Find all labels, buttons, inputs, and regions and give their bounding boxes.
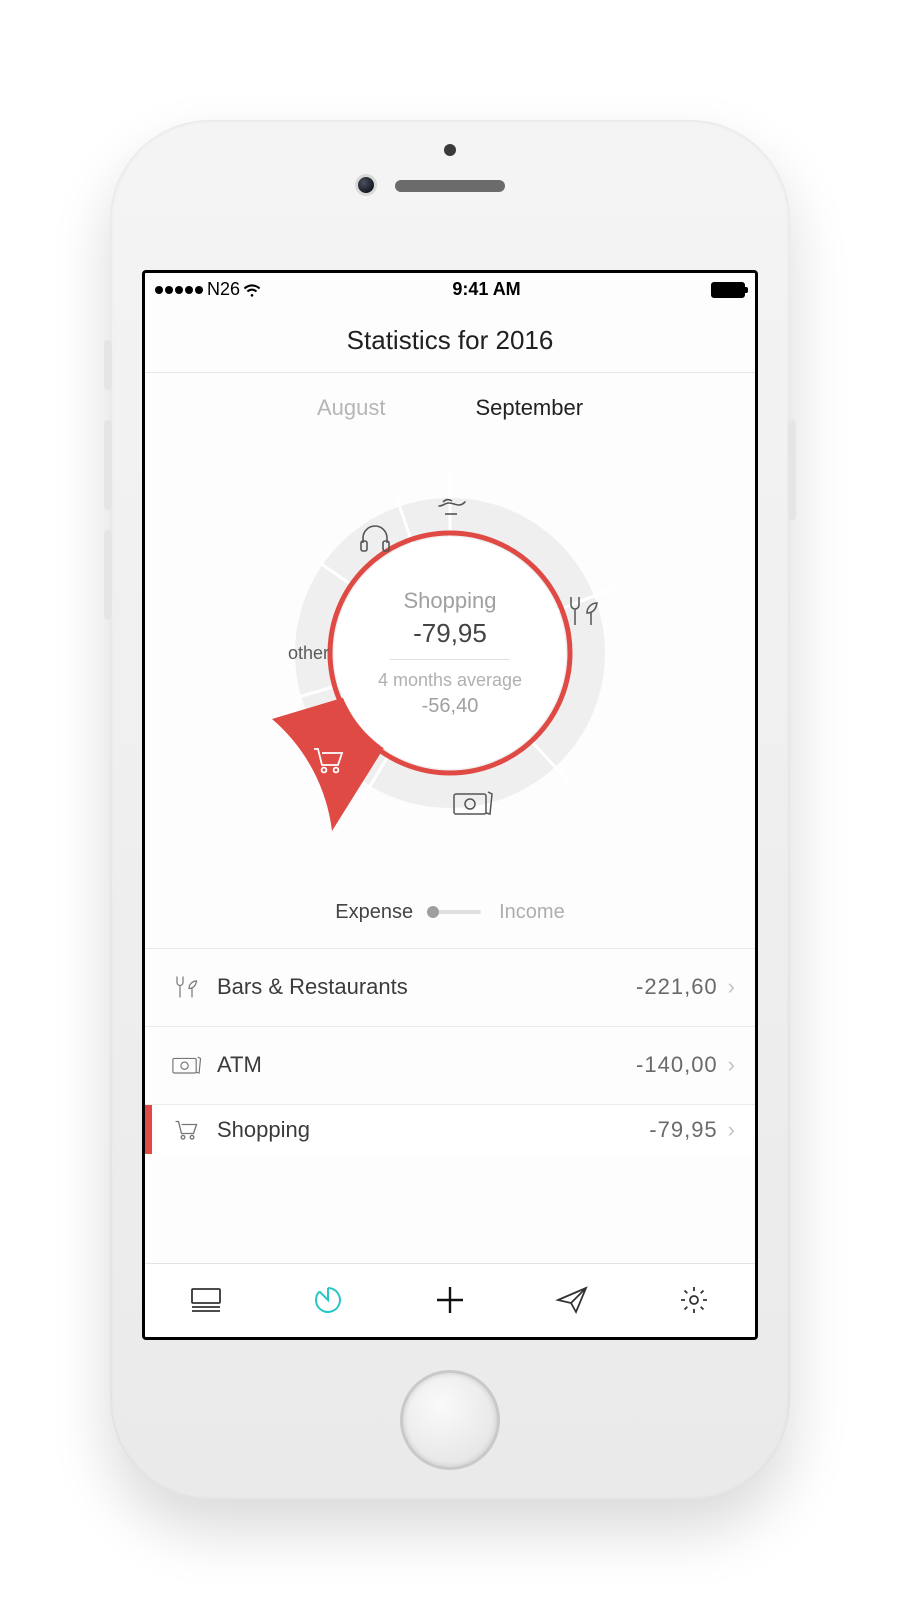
category-list: Bars & Restaurants -221,60 › ATM -140,00…: [145, 948, 755, 1263]
volume-down: [104, 530, 112, 620]
atm-cash-icon[interactable]: [450, 788, 494, 823]
status-bar: N26 9:41 AM: [145, 273, 755, 307]
tab-accounts[interactable]: [186, 1280, 226, 1320]
home-button[interactable]: [400, 1370, 500, 1470]
chevron-right-icon: ›: [728, 974, 735, 1000]
list-item[interactable]: ATM -140,00 ›: [145, 1026, 755, 1104]
signal-dots-icon: [155, 286, 203, 294]
selected-amount: -79,95: [413, 618, 487, 649]
selected-category: Shopping: [404, 588, 497, 614]
donut-chart: other Sh: [145, 433, 755, 891]
tab-statistics[interactable]: [308, 1280, 348, 1320]
list-item[interactable]: Shopping -79,95 ›: [145, 1104, 755, 1154]
avg-amount: -56,40: [422, 695, 479, 718]
tab-bar: [145, 1263, 755, 1337]
page-title: Statistics for 2016: [145, 307, 755, 373]
segment-other-label[interactable]: other: [288, 643, 329, 664]
atm-cash-icon: [167, 1054, 205, 1076]
list-item-amount: -140,00: [636, 1052, 728, 1078]
toggle-expense[interactable]: Expense: [335, 901, 413, 924]
list-item-label: Shopping: [205, 1117, 649, 1143]
chevron-right-icon: ›: [728, 1117, 735, 1143]
month-tabs: August September: [145, 373, 755, 433]
chevron-right-icon: ›: [728, 1052, 735, 1078]
toggle-track[interactable]: [431, 910, 481, 914]
phone-frame: N26 9:41 AM Statistics for 2016 August S…: [110, 120, 790, 1500]
list-item-amount: -79,95: [649, 1117, 727, 1143]
list-item-amount: -221,60: [636, 974, 728, 1000]
clock: 9:41 AM: [262, 279, 711, 300]
tab-send[interactable]: [552, 1280, 592, 1320]
list-item-label: ATM: [205, 1052, 636, 1078]
tab-add[interactable]: [430, 1280, 470, 1320]
toggle-income[interactable]: Income: [499, 901, 565, 924]
hand-icon[interactable]: [435, 488, 471, 525]
tab-settings[interactable]: [674, 1280, 714, 1320]
avg-label: 4 months average: [378, 670, 522, 691]
mute-switch: [104, 340, 112, 390]
shopping-cart-icon: [167, 1117, 205, 1141]
battery-icon: [711, 282, 745, 298]
shopping-cart-icon[interactable]: [310, 743, 346, 780]
expense-income-toggle[interactable]: Expense Income: [145, 891, 755, 948]
screen: N26 9:41 AM Statistics for 2016 August S…: [142, 270, 758, 1340]
bars-restaurants-icon: [167, 973, 205, 1001]
wifi-icon: [242, 280, 262, 300]
bars-restaurants-icon[interactable]: [563, 593, 603, 634]
tab-current-month[interactable]: September: [475, 395, 583, 421]
power-button: [788, 420, 796, 520]
carrier-label: N26: [207, 279, 240, 300]
chart-center: Shopping -79,95 4 months average -56,40: [334, 537, 566, 769]
list-item[interactable]: Bars & Restaurants -221,60 ›: [145, 948, 755, 1026]
volume-up: [104, 420, 112, 510]
front-camera: [355, 174, 377, 196]
tab-prev-month[interactable]: August: [317, 395, 386, 421]
list-item-label: Bars & Restaurants: [205, 974, 636, 1000]
